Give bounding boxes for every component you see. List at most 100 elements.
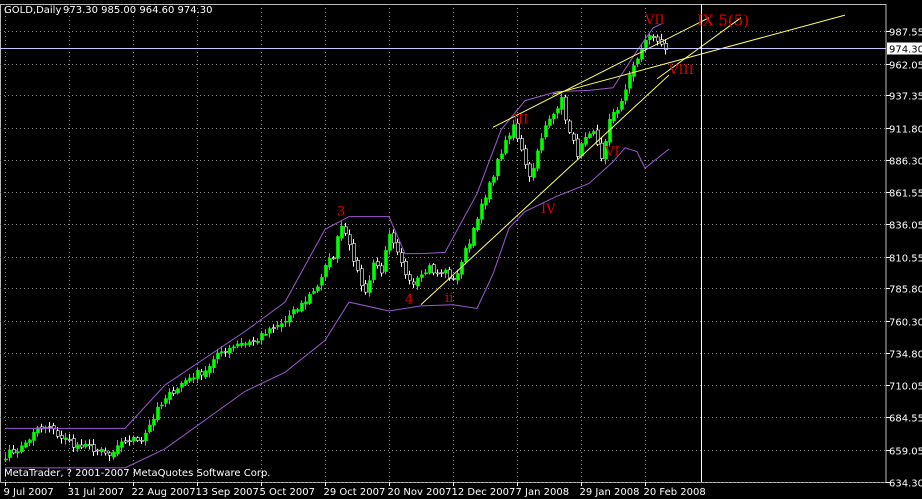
trendline[interactable] xyxy=(420,74,670,306)
candle-body xyxy=(292,309,296,315)
candle-body xyxy=(440,272,444,274)
candle-body xyxy=(492,176,496,183)
candle-body xyxy=(140,439,144,442)
candle-body xyxy=(548,118,552,126)
candle-body xyxy=(656,36,660,42)
candle-body xyxy=(248,341,252,345)
candle-body xyxy=(428,265,432,274)
y-tick-label: 836.05 xyxy=(889,221,922,232)
candle-body xyxy=(92,444,96,452)
candle-body xyxy=(312,291,316,294)
candle-body xyxy=(508,135,512,139)
candle-body xyxy=(616,109,620,114)
candle-body xyxy=(504,140,508,154)
price-chart[interactable]: 987.55 962.05 937.35 911.80 886.30 861.55 836.… xyxy=(0,0,922,499)
y-tick-label: 684.55 xyxy=(889,414,922,425)
candle-body xyxy=(176,388,180,393)
candle-body xyxy=(528,163,532,177)
y-tick-label: 937.35 xyxy=(889,92,922,103)
candle-body xyxy=(276,325,280,327)
candle-body xyxy=(408,274,412,281)
candle-body xyxy=(352,243,356,262)
y-tick-label: 962.05 xyxy=(889,61,922,72)
candle-body xyxy=(536,150,540,169)
candle-body xyxy=(372,262,376,280)
candle-body xyxy=(80,444,84,448)
candle-body xyxy=(336,236,340,259)
y-tick-label: 710.05 xyxy=(889,382,922,393)
candle-body xyxy=(496,159,500,177)
candle-body xyxy=(288,315,292,323)
candle-body xyxy=(180,382,184,388)
candle-body xyxy=(184,380,188,385)
candle-body xyxy=(592,131,596,134)
x-tick-label: 7 Jan 2008 xyxy=(516,487,570,498)
candle-body xyxy=(488,182,492,200)
candle-body xyxy=(472,227,476,246)
candle-body xyxy=(68,439,72,441)
candle-body xyxy=(60,435,64,439)
candle-body xyxy=(444,269,448,274)
candle-body xyxy=(224,351,228,353)
wave-label: VIII xyxy=(668,63,694,78)
candle-body xyxy=(24,442,28,448)
candle-body xyxy=(128,440,132,443)
candle-body xyxy=(652,36,656,38)
y-tick-label: 785.80 xyxy=(889,285,922,296)
candle-body xyxy=(480,203,484,220)
candle-body xyxy=(84,443,88,447)
candle-body xyxy=(108,452,112,456)
ohlc-readout: 973.30 985.00 964.60 974.30 xyxy=(63,5,213,16)
candle-body xyxy=(340,225,344,239)
candle-body xyxy=(124,440,128,443)
candle-body xyxy=(228,347,232,354)
candle-body xyxy=(120,441,124,448)
x-tick-label: 29 Oct 2007 xyxy=(324,487,386,498)
candle-body xyxy=(256,340,260,343)
candle-body xyxy=(64,437,68,440)
wave-label: VI xyxy=(604,144,620,159)
candle-body xyxy=(636,58,640,65)
candle-body xyxy=(316,286,320,291)
candle-body xyxy=(48,426,52,428)
candle-body xyxy=(244,343,248,345)
candle-body xyxy=(560,97,564,110)
y-tick-label: 987.55 xyxy=(889,28,922,39)
candle-body xyxy=(272,327,276,329)
wave-label: IV xyxy=(541,202,556,217)
candle-body xyxy=(12,449,16,454)
candle-body xyxy=(300,302,304,312)
chart-window[interactable]: 987.55 962.05 937.35 911.80 886.30 861.55 836.… xyxy=(0,0,922,499)
candle-body xyxy=(468,243,472,249)
candle-body xyxy=(572,133,576,141)
candle-body xyxy=(368,280,372,293)
candle-body xyxy=(360,268,364,287)
candle-body xyxy=(100,449,104,453)
candle-body xyxy=(28,439,32,443)
candle-body xyxy=(236,343,240,347)
bollinger-upper-band xyxy=(5,23,662,429)
y-tick-label: 861.55 xyxy=(889,189,922,200)
candle-body xyxy=(216,352,220,360)
y-tick-label: 634.30 xyxy=(889,479,922,490)
x-tick-label: 31 Jul 2007 xyxy=(68,487,125,498)
candle-body xyxy=(452,278,456,280)
candle-body xyxy=(364,283,368,293)
candle-body xyxy=(268,328,272,334)
candle-body xyxy=(320,277,324,286)
candle-body xyxy=(252,340,256,342)
wave-label: ii xyxy=(445,291,453,306)
candle-body xyxy=(464,247,468,263)
candle-body xyxy=(172,390,176,394)
candle-body xyxy=(456,273,460,281)
candle-body xyxy=(4,458,8,461)
candle-body xyxy=(532,168,536,178)
candle-body xyxy=(104,450,108,454)
y-tick-label: 659.05 xyxy=(889,447,922,458)
candle-body xyxy=(612,112,616,122)
x-tick-label: 22 Aug 2007 xyxy=(132,487,196,498)
candle-body xyxy=(160,404,164,407)
candle-body xyxy=(584,137,588,145)
candle-body xyxy=(384,250,388,272)
candle-body xyxy=(524,148,528,165)
